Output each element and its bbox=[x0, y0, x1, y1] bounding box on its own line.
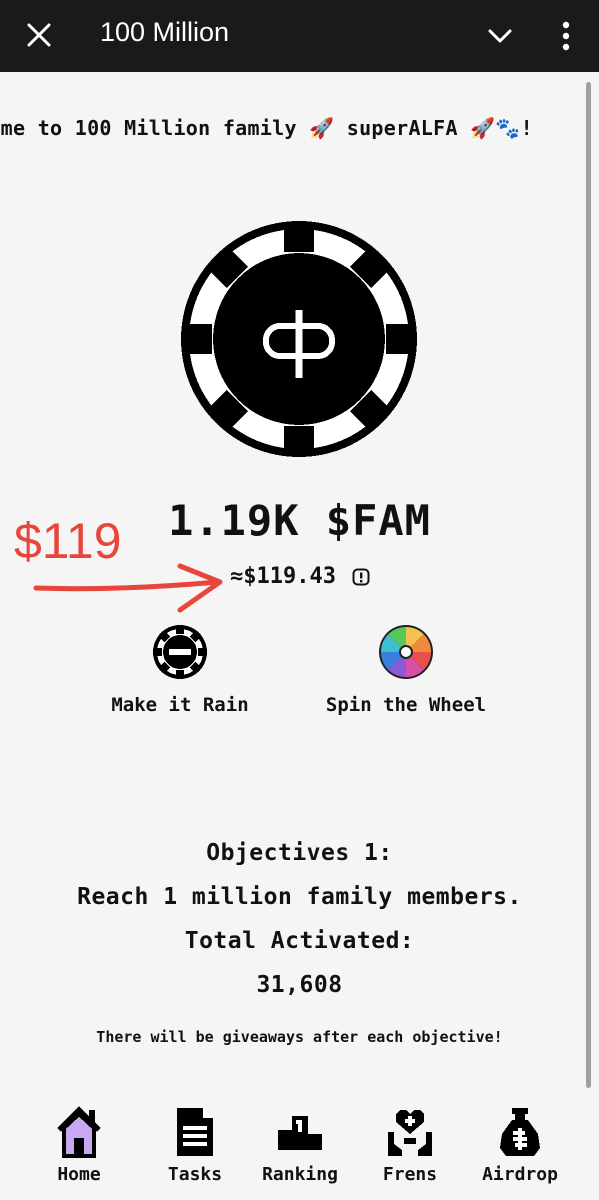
nav-airdrop[interactable]: Airdrop bbox=[465, 1098, 575, 1185]
nav-frens[interactable]: Frens bbox=[355, 1098, 465, 1185]
annotation-arrow-icon bbox=[33, 563, 223, 613]
podium-icon bbox=[278, 1116, 322, 1150]
color-wheel-icon bbox=[379, 625, 433, 679]
make-it-rain-button[interactable]: Make it Rain bbox=[80, 620, 280, 716]
fam-chip-logo[interactable] bbox=[178, 218, 420, 460]
nav-home-label: Home bbox=[57, 1164, 101, 1185]
app-title: 100 Million bbox=[100, 17, 230, 47]
info-icon[interactable] bbox=[352, 568, 370, 586]
marquee-text: come to 100 Million family 🚀 superALFA 🚀… bbox=[0, 116, 533, 140]
fam-chip-icon bbox=[153, 625, 207, 679]
giveaway-note: There will be giveaways after each objec… bbox=[96, 1028, 503, 1046]
nav-ranking[interactable]: Ranking bbox=[245, 1098, 355, 1185]
objectives-title: Objectives 1: bbox=[206, 840, 393, 866]
nav-frens-label: Frens bbox=[382, 1164, 438, 1185]
home-icon bbox=[57, 1106, 101, 1158]
nav-home[interactable]: Home bbox=[24, 1098, 134, 1185]
activated-value: 31,608 bbox=[256, 972, 343, 998]
spin-the-wheel-button[interactable]: Spin the Wheel bbox=[306, 620, 506, 716]
money-bag-icon bbox=[500, 1108, 540, 1156]
nav-tasks[interactable]: Tasks bbox=[140, 1098, 250, 1185]
chevron-down-icon[interactable] bbox=[484, 20, 516, 52]
nav-ranking-label: Ranking bbox=[262, 1164, 338, 1185]
nav-tasks-label: Tasks bbox=[167, 1164, 223, 1185]
make-it-rain-label: Make it Rain bbox=[111, 694, 249, 716]
top-bar: 100 Million bbox=[0, 0, 599, 72]
usd-value: ≈$119.43 bbox=[230, 564, 336, 589]
spin-the-wheel-label: Spin the Wheel bbox=[325, 694, 487, 716]
objectives-goal: Reach 1 million family members. bbox=[77, 884, 522, 910]
welcome-marquee: come to 100 Million family 🚀 superALFA 🚀… bbox=[0, 116, 590, 150]
friends-icon bbox=[388, 1110, 432, 1156]
tasks-icon bbox=[177, 1108, 213, 1156]
more-vertical-icon[interactable] bbox=[552, 18, 580, 54]
close-icon[interactable] bbox=[22, 18, 56, 52]
nav-airdrop-label: Airdrop bbox=[482, 1164, 558, 1185]
activated-label: Total Activated: bbox=[184, 928, 415, 954]
bottom-nav: Home Tasks Ranking Frens Airdrop bbox=[0, 1098, 599, 1200]
